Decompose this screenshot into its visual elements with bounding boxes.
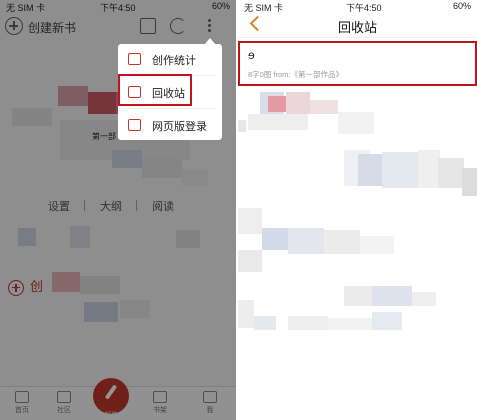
blurred-block — [254, 316, 276, 330]
time-text: 下午4:50 — [346, 3, 382, 13]
blurred-block — [324, 230, 360, 254]
chart-icon — [128, 53, 141, 65]
blurred-block — [288, 228, 324, 254]
recycle-item-highlight — [238, 41, 477, 86]
menu-divider — [124, 108, 216, 109]
blurred-block — [268, 96, 286, 112]
page-title: 回收站 — [337, 20, 377, 35]
blurred-block — [328, 318, 372, 330]
blurred-block — [286, 92, 310, 114]
blurred-block — [248, 114, 308, 130]
blurred-block — [382, 152, 418, 188]
blurred-block — [372, 286, 412, 306]
blurred-block — [238, 208, 262, 234]
menu-item-writing-stats[interactable]: 创作统计 — [118, 44, 222, 74]
menu-item-label: 网页版登录 — [152, 121, 207, 133]
blurred-block — [438, 158, 464, 188]
blurred-block — [288, 316, 328, 330]
monitor-icon — [128, 119, 141, 131]
blurred-block — [358, 154, 382, 186]
recycle-bin-highlight — [118, 74, 192, 106]
carrier-text: 无 SIM 卡 — [244, 3, 284, 13]
battery-text: 60% — [452, 1, 471, 11]
blurred-block — [372, 312, 402, 330]
menu-item-label: 创作统计 — [152, 55, 196, 67]
blurred-block — [238, 300, 254, 328]
blurred-block — [238, 120, 246, 132]
blurred-block — [412, 292, 436, 306]
blurred-block — [310, 100, 338, 114]
menu-item-web-login[interactable]: 网页版登录 — [118, 110, 222, 140]
blurred-block — [344, 286, 372, 306]
blurred-block — [418, 150, 440, 188]
blurred-block — [238, 250, 262, 272]
blurred-block — [462, 168, 477, 196]
status-bar: 无 SIM 卡 下午4:50 60% — [238, 0, 477, 14]
blurred-block — [360, 236, 394, 254]
nav-bar: 回收站 — [238, 14, 477, 38]
blurred-block — [262, 228, 288, 250]
left-phone-screen: 无 SIM 卡 下午4:50 60% 创建新书 第一部 设置 大纲 阅读 创 首… — [0, 0, 236, 420]
blurred-block — [338, 112, 374, 134]
